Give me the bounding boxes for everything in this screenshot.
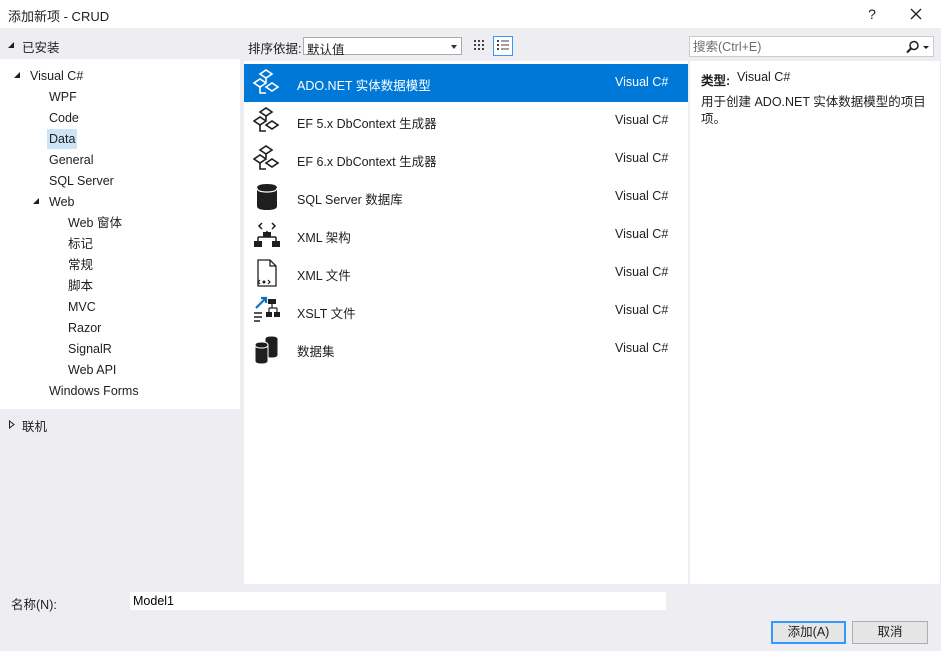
template-language: Visual C# [615,341,669,355]
template-language: Visual C# [615,303,669,317]
template-name: XSLT 文件 [297,307,356,321]
tree-item-web[interactable]: Web [49,192,74,212]
template-language: Visual C# [615,265,669,279]
entity-model-icon [252,145,280,170]
template-name: ADO.NET 实体数据模型 [297,79,431,93]
template-row-ef5[interactable]: EF 5.x DbContext 生成器 Visual C# [244,102,688,140]
template-row-xslt-file[interactable]: XSLT 文件 Visual C# [244,292,688,330]
tree-item-sql-server[interactable]: SQL Server [49,171,114,191]
search-box [689,36,934,57]
add-button[interactable]: 添加(A) [771,621,846,644]
help-button[interactable]: ? [862,4,882,24]
template-row-dataset[interactable]: 数据集 Visual C# [244,330,688,368]
template-language: Visual C# [615,113,669,127]
search-icon [906,40,929,54]
online-header[interactable]: 联机 [0,413,240,435]
template-name: EF 5.x DbContext 生成器 [297,117,437,131]
tree-item-general-web[interactable]: 常规 [68,255,93,275]
title-bar [0,0,941,28]
tree-item-data[interactable]: Data [47,129,78,149]
template-language: Visual C# [615,189,669,203]
template-name: EF 6.x DbContext 生成器 [297,155,437,169]
search-button[interactable] [905,40,931,54]
template-row-xml-schema[interactable]: XML 架构 Visual C# [244,216,688,254]
dataset-icon [254,335,279,364]
xml-file-icon [257,259,277,287]
list-view-button[interactable] [493,36,513,56]
sort-value: 默认值 [307,43,345,57]
collapse-arrow-icon [8,42,14,48]
tree-item-web-forms[interactable]: Web 窗体 [68,213,122,233]
tree-item-script[interactable]: 脚本 [68,276,93,296]
tree-item-code[interactable]: Code [49,108,79,128]
expand-arrow-icon [33,198,39,204]
tree-item-windows-forms[interactable]: Windows Forms [49,381,139,401]
xml-schema-icon [254,222,280,247]
template-name: XML 架构 [297,231,351,245]
detail-panel: 类型: Visual C# 用于创建 ADO.NET 实体数据模型的项目项。 [690,61,940,584]
entity-model-icon [252,69,280,94]
grid-view-icon [474,40,484,50]
window-title: 添加新项 - CRUD [8,9,110,24]
expand-right-arrow-icon [9,420,15,429]
xslt-file-icon [254,296,280,322]
template-name: 数据集 [297,345,335,359]
online-label: 联机 [22,420,48,434]
tree-item-web-api[interactable]: Web API [68,360,116,380]
search-input[interactable] [693,38,898,55]
sort-label: 排序依据: [248,42,302,56]
template-name: XML 文件 [297,269,351,283]
tree-item-signalr[interactable]: SignalR [68,339,112,359]
close-button[interactable] [904,4,928,24]
template-row-ado-net[interactable]: ADO.NET 实体数据模型 Visual C# [244,64,688,102]
installed-header[interactable]: 已安装 [0,33,240,57]
tree-item-visual-csharp[interactable]: Visual C# [30,66,83,86]
grid-view-button[interactable] [470,36,490,56]
list-view-icon [497,40,509,50]
template-row-ef6[interactable]: EF 6.x DbContext 生成器 Visual C# [244,140,688,178]
template-list: ADO.NET 实体数据模型 Visual C# EF 5.x DbContex… [244,61,688,584]
tree-item-mvc[interactable]: MVC [68,297,96,317]
name-input[interactable] [130,592,666,610]
template-tree: Visual C# WPF Code Data General SQL Serv… [0,59,240,409]
sort-dropdown[interactable]: 默认值 [303,37,462,57]
template-language: Visual C# [615,75,669,89]
template-name: SQL Server 数据库 [297,193,403,207]
database-icon [256,184,278,210]
tree-item-razor[interactable]: Razor [68,318,101,338]
template-language: Visual C# [615,227,669,241]
installed-label: 已安装 [22,41,60,55]
expand-arrow-icon [14,72,20,78]
type-label: 类型: [701,74,731,88]
tree-item-markup[interactable]: 标记 [68,234,93,254]
cancel-button[interactable]: 取消 [852,621,928,644]
tree-item-wpf[interactable]: WPF [49,87,77,107]
chevron-down-icon [451,45,457,49]
entity-model-icon [252,107,280,132]
close-icon [910,8,922,20]
tree-item-general[interactable]: General [49,150,93,170]
template-row-xml-file[interactable]: XML 文件 Visual C# [244,254,688,292]
type-value: Visual C# [737,70,791,84]
template-language: Visual C# [615,151,669,165]
template-description: 用于创建 ADO.NET 实体数据模型的项目项。 [701,95,926,126]
template-row-sql-database[interactable]: SQL Server 数据库 Visual C# [244,178,688,216]
name-label: 名称(N): [11,598,57,612]
